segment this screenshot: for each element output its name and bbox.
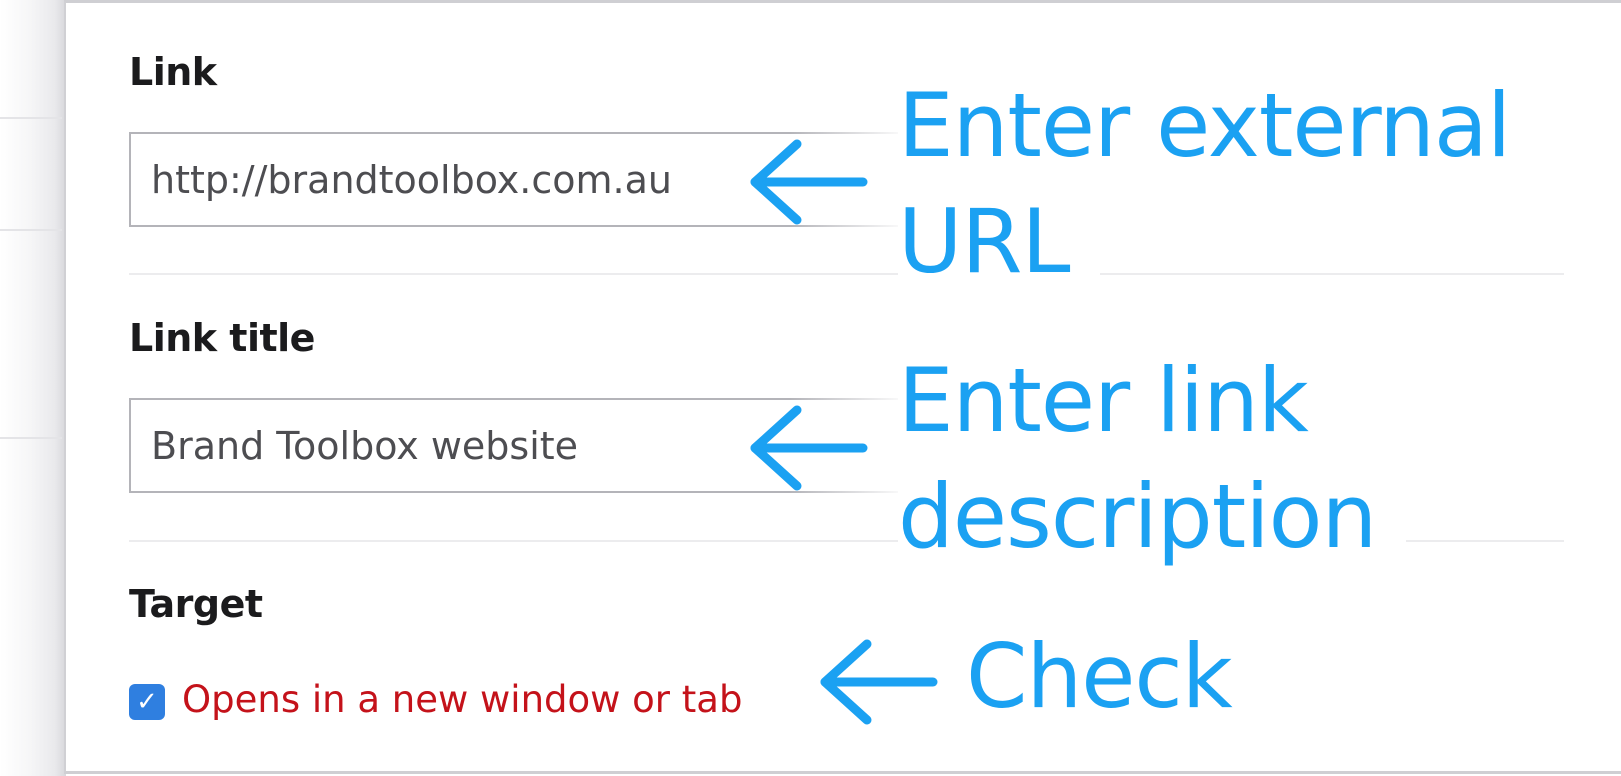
target-label: Target [129, 582, 263, 626]
arrow-left-icon [750, 139, 868, 225]
annotation-check: Check [966, 618, 1233, 736]
background-divider [0, 437, 62, 439]
arrow-left-icon [820, 639, 938, 725]
section-divider [129, 273, 1564, 275]
background-page [0, 0, 66, 776]
link-label: Link [129, 50, 217, 94]
annotation-url-line1: Enter external [898, 67, 1521, 185]
background-divider [0, 117, 62, 119]
arrow-left-icon [750, 405, 868, 491]
annotation-desc-line2: description [898, 458, 1407, 576]
checkmark-icon: ✓ [136, 687, 158, 717]
new-window-checkbox-label[interactable]: Opens in a new window or tab [182, 678, 742, 721]
new-window-checkbox[interactable]: ✓ [129, 684, 165, 720]
annotation-desc-line1: Enter link [898, 342, 1318, 460]
background-divider [0, 229, 62, 231]
link-title-label: Link title [129, 316, 315, 360]
annotation-url-line2: URL [898, 183, 1100, 301]
